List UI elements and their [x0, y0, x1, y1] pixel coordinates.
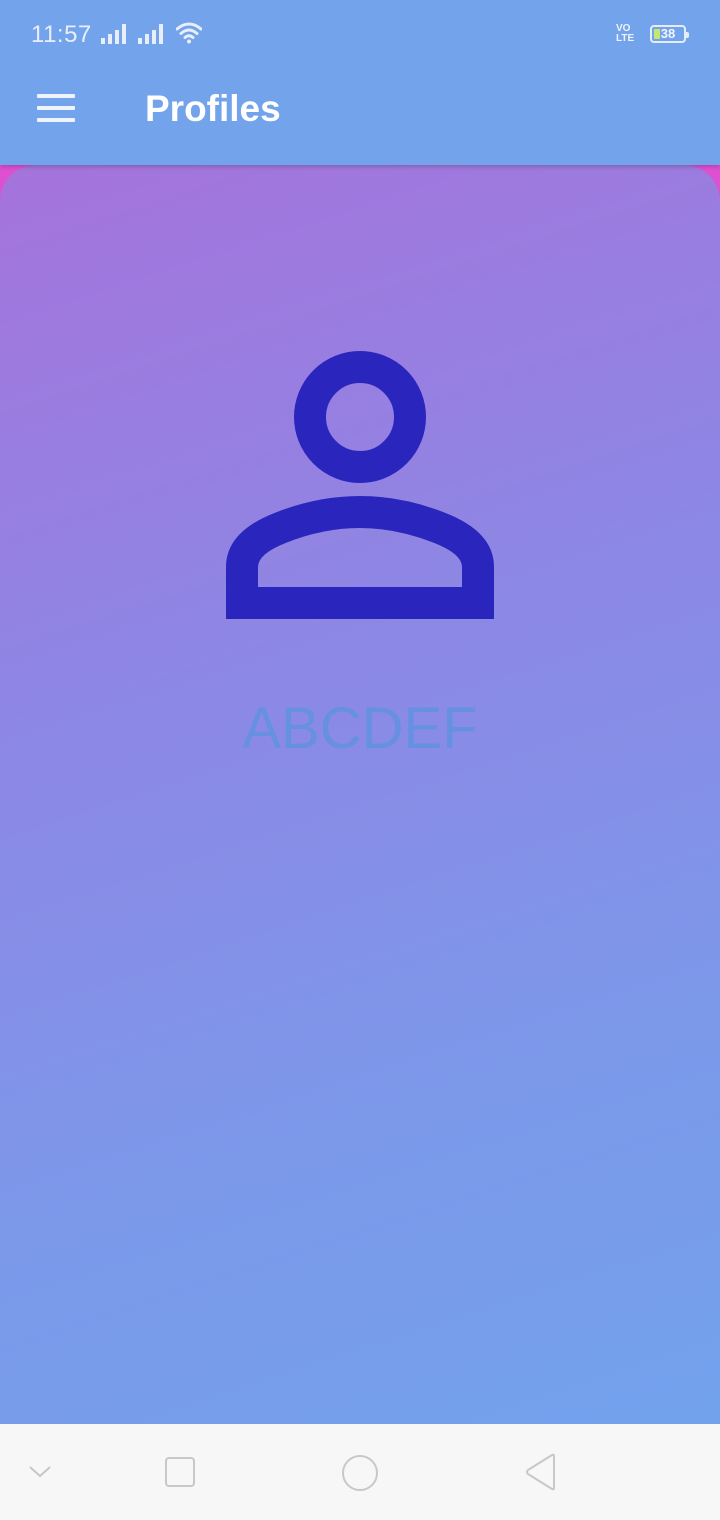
person-outline-icon[interactable] [226, 351, 494, 619]
content-area: ABCDEF [0, 165, 720, 1424]
back-icon[interactable] [500, 1424, 580, 1520]
signal-icon [101, 24, 126, 44]
collapse-chevron-icon[interactable] [0, 1424, 80, 1520]
signal-icon [138, 24, 163, 44]
page-title: Profiles [145, 88, 281, 129]
app-header: 11:57 VO LTE 38 Profiles [0, 0, 720, 165]
status-time: 11:57 [31, 21, 92, 48]
battery-level: 38 [660, 26, 676, 41]
profile-card: ABCDEF [0, 165, 720, 1424]
navigation-bar [0, 1424, 720, 1520]
wifi-icon [176, 22, 202, 44]
profile-name: ABCDEF [242, 696, 478, 761]
recent-apps-icon[interactable] [140, 1424, 220, 1520]
hamburger-menu-icon[interactable] [26, 80, 86, 136]
battery-icon: 38 [650, 25, 689, 43]
status-bar: 11:57 VO LTE 38 [0, 0, 720, 70]
volte-icon: VO LTE [616, 23, 635, 44]
home-icon[interactable] [320, 1424, 400, 1520]
